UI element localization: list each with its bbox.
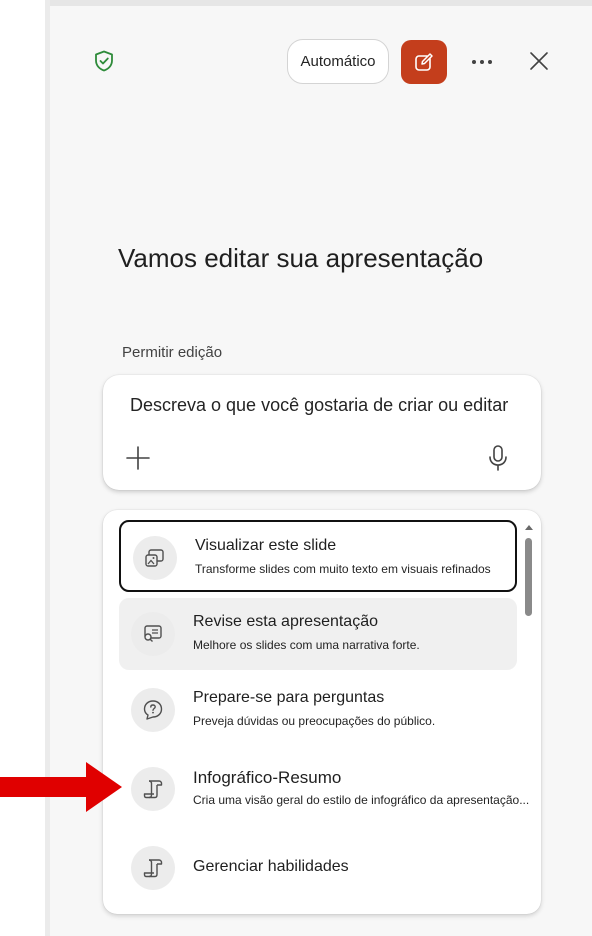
item-title: Visualizar este slide [195, 537, 337, 554]
scroll-icon [143, 780, 163, 799]
slide-image-icon [145, 549, 164, 567]
list-item[interactable]: Visualizar este slide Transforme slides … [119, 520, 517, 592]
icon-badge [131, 767, 175, 811]
item-title: Revise esta apresentação [193, 613, 378, 630]
annotation-arrow-icon [0, 762, 122, 812]
icon-badge [131, 846, 175, 890]
review-slides-icon [144, 625, 162, 642]
more-options-button[interactable] [466, 46, 498, 78]
prompt-placeholder[interactable]: Descreva o que você gostaria de criar ou… [130, 395, 508, 416]
item-title: Prepare-se para perguntas [193, 689, 385, 706]
icon-badge [131, 612, 175, 656]
more-icon [472, 60, 492, 64]
page-title: Vamos editar sua apresentação [118, 243, 484, 273]
list-item[interactable]: Infográfico-Resumo Cria uma visão geral … [119, 753, 529, 825]
list-item[interactable]: Gerenciar habilidades [119, 832, 517, 904]
shield-check-icon [95, 50, 113, 72]
permission-label: Permitir edição [122, 344, 223, 361]
new-chat-button[interactable] [401, 40, 447, 84]
mode-selector-button[interactable]: Automático [287, 39, 389, 84]
item-title: Gerenciar habilidades [193, 858, 349, 875]
close-button[interactable] [524, 46, 554, 76]
icon-badge [131, 688, 175, 732]
scrollbar-thumb[interactable] [525, 538, 532, 616]
list-item[interactable]: Prepare-se para perguntas Preveja dúvida… [119, 674, 517, 746]
prompt-input-box[interactable]: Descreva o que você gostaria de criar ou… [103, 375, 541, 490]
pane-top-border [50, 0, 592, 6]
compose-icon [415, 53, 433, 71]
mode-selector-label: Automático [300, 53, 376, 70]
item-description: Transforme slides com muito texto em vis… [195, 562, 491, 576]
microphone-icon[interactable] [486, 444, 510, 472]
icon-badge [133, 536, 177, 580]
scroll-up-arrow-icon[interactable] [523, 522, 535, 532]
scroll-icon [143, 859, 163, 878]
item-description: Cria uma visão geral do estilo de infogr… [193, 793, 530, 807]
plus-icon[interactable] [125, 445, 151, 471]
question-chat-icon [143, 700, 163, 720]
suggestions-list: Visualizar este slide Transforme slides … [103, 510, 541, 914]
item-description: Preveja dúvidas ou preocupações do públi… [193, 714, 436, 728]
item-description: Melhore os slides com uma narrativa fort… [193, 638, 420, 652]
item-title: Infográfico-Resumo [193, 768, 342, 787]
close-icon [530, 52, 548, 70]
list-item[interactable]: Revise esta apresentação Melhore os slid… [119, 598, 517, 670]
